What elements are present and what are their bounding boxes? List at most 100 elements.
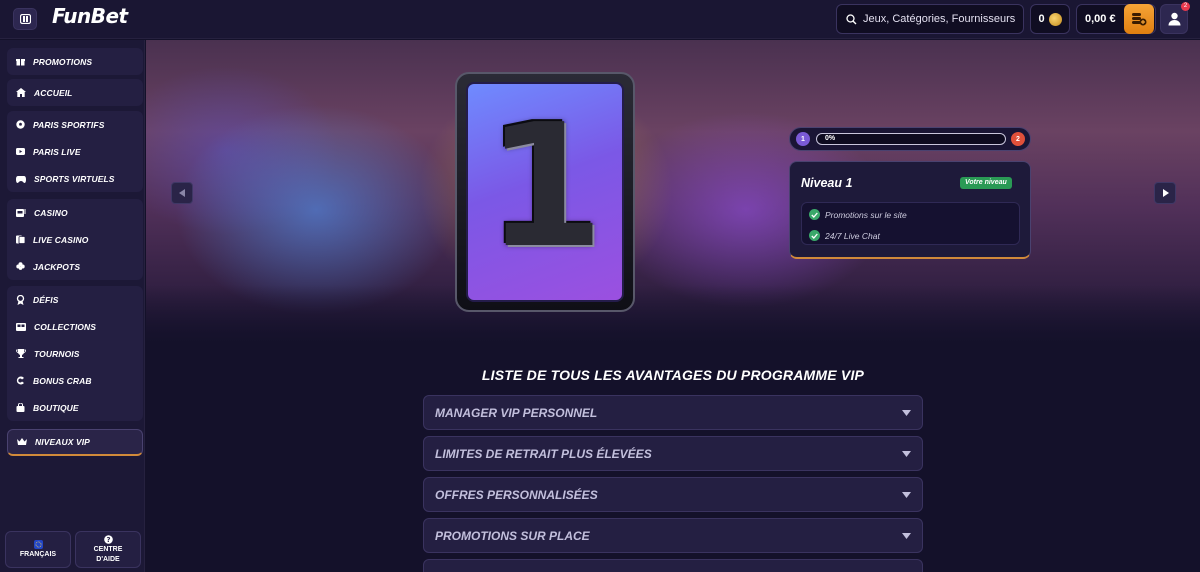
benefit-accordion-item-partial[interactable] (423, 559, 923, 572)
benefit-accordion-item[interactable]: OFFRES PERSONNALISÉES (423, 477, 923, 512)
deposit-button[interactable] (1124, 4, 1154, 34)
chevron-down-icon (902, 409, 911, 416)
gamepad-icon (16, 175, 26, 183)
sidebar-group-vip: NIVEAUX VIP (7, 429, 143, 456)
sidebar-item-label: COLLECTIONS (34, 321, 97, 332)
sidebar-item-boutique[interactable]: BOUTIQUE (7, 394, 143, 421)
coins-value: 0 (1038, 13, 1045, 25)
carousel-prev-button[interactable] (171, 182, 193, 204)
chevron-left-icon (178, 189, 185, 197)
vip-level-card-artwork: 1 (455, 72, 635, 312)
sidebar-item-label: JACKPOTS (33, 261, 81, 272)
perk-item: 24/7 Live Chat (809, 230, 880, 241)
vip-hero-banner: 1 1 0% 2 Niveau 1 Votre niveau Promotion… (146, 40, 1200, 345)
sidebar-item-label: NIVEAUX VIP (35, 437, 90, 447)
sidebar-item-promotions[interactable]: PROMOTIONS (7, 48, 143, 75)
notification-badge: 2 (1181, 2, 1190, 11)
slot-machine-icon (16, 209, 26, 217)
soccer-ball-icon (16, 120, 25, 129)
check-icon (809, 230, 820, 241)
profile-button[interactable]: 2 (1160, 2, 1190, 34)
sidebar-item-label: SPORTS VIRTUELS (34, 173, 115, 184)
benefit-accordion-item[interactable]: LIMITES DE RETRAIT PLUS ÉLEVÉES (423, 436, 923, 471)
sidebar-item-paris-live[interactable]: PARIS LIVE (7, 138, 143, 165)
gift-icon (16, 59, 25, 66)
search-icon (846, 13, 857, 24)
chevron-down-icon (902, 491, 911, 498)
sidebar-item-sports-virtuels[interactable]: SPORTS VIRTUELS (7, 165, 143, 192)
crab-icon (16, 376, 24, 385)
chevron-down-icon (902, 450, 911, 457)
sidebar-item-label: TOURNOIS (34, 348, 80, 359)
benefit-accordion-item[interactable]: PROMOTIONS SUR PLACE (423, 518, 923, 553)
sidebar-item-label: PROMOTIONS (33, 56, 93, 67)
progress-percent: 0% (825, 135, 836, 142)
carousel-next-button[interactable] (1154, 182, 1176, 204)
coin-icon (1048, 12, 1062, 26)
sidebar-item-jackpots[interactable]: JACKPOTS (7, 253, 143, 280)
help-center-button[interactable]: ? CENTRE D'AIDE (75, 531, 141, 568)
sidebar-item-defis[interactable]: DÉFIS (7, 286, 143, 313)
search-input[interactable]: Jeux, Catégories, Fournisseurs (836, 4, 1024, 34)
sidebar-item-label: BOUTIQUE (33, 402, 79, 413)
sidebar-toggle-icon (19, 14, 31, 24)
sidebar-item-label: BONUS CRAB (33, 375, 92, 386)
balance-value: 0,00 € (1085, 13, 1116, 25)
coins-stack-icon (1132, 13, 1147, 26)
clover-icon (16, 262, 25, 270)
sidebar-item-tournois[interactable]: TOURNOIS (7, 340, 143, 367)
check-icon (809, 209, 820, 220)
medal-icon (16, 294, 25, 305)
sidebar-item-label: LIVE CASINO (33, 234, 89, 245)
coins-balance[interactable]: 0 (1030, 4, 1070, 34)
progress-bar: 0% (816, 133, 1006, 145)
sidebar-item-collections[interactable]: COLLECTIONS (7, 313, 143, 340)
help-icon: ? (103, 535, 113, 544)
language-label: FRANÇAIS (19, 551, 57, 558)
benefit-label: LIMITES DE RETRAIT PLUS ÉLEVÉES (435, 446, 652, 461)
sidebar-item-paris-sportifs[interactable]: PARIS SPORTIFS (7, 111, 143, 138)
cards-icon (16, 235, 25, 244)
level-title: Niveau 1 (801, 176, 853, 190)
benefit-accordion-item[interactable]: MANAGER VIP PERSONNEL (423, 395, 923, 430)
sidebar-item-niveaux-vip[interactable]: NIVEAUX VIP (7, 429, 143, 456)
level-info-card: Niveau 1 Votre niveau Promotions sur le … (789, 161, 1031, 259)
eu-flag-icon (33, 540, 43, 549)
vip-card-number: 1 (485, 88, 605, 286)
sidebar: PROMOTIONS ACCUEIL PARIS SPORTIFS PARIS … (0, 40, 145, 572)
sidebar-item-label: PARIS SPORTIFS (33, 119, 105, 130)
search-placeholder: Jeux, Catégories, Fournisseurs (863, 13, 1016, 25)
funbet-logo[interactable]: FunBet (52, 4, 128, 28)
current-level-dot: 1 (796, 132, 810, 146)
sidebar-footer: FRANÇAIS ? CENTRE D'AIDE (5, 531, 141, 568)
sidebar-group-sports: PARIS SPORTIFS PARIS LIVE SPORTS VIRTUEL… (7, 111, 143, 192)
live-tv-icon (16, 148, 25, 155)
sidebar-item-label: CASINO (34, 207, 68, 218)
sidebar-item-label: DÉFIS (33, 294, 59, 305)
top-bar: FunBet Jeux, Catégories, Fournisseurs 0 … (0, 0, 1200, 39)
sidebar-group-promotions: PROMOTIONS (7, 48, 143, 75)
sidebar-item-casino[interactable]: CASINO (7, 199, 143, 226)
trophy-icon (16, 349, 26, 358)
benefit-label: PROMOTIONS SUR PLACE (435, 528, 590, 543)
current-level-badge: Votre niveau (960, 177, 1012, 189)
sidebar-group-casino: CASINO LIVE CASINO JACKPOTS (7, 199, 143, 280)
vip-card-face: 1 (466, 82, 624, 302)
sidebar-item-bonus-crab[interactable]: BONUS CRAB (7, 367, 143, 394)
perk-label: Promotions sur le site (825, 209, 907, 220)
svg-text:?: ? (106, 536, 110, 544)
benefit-label: MANAGER VIP PERSONNEL (435, 405, 598, 420)
language-button[interactable]: FRANÇAIS (5, 531, 71, 568)
sidebar-group-community: DÉFIS COLLECTIONS TOURNOIS BONUS CRAB BO… (7, 286, 143, 421)
hero-fade (146, 285, 1200, 345)
sidebar-item-accueil[interactable]: ACCUEIL (7, 79, 143, 106)
sidebar-toggle-button[interactable] (13, 8, 37, 30)
sidebar-item-live-casino[interactable]: LIVE CASINO (7, 226, 143, 253)
crown-icon (17, 438, 27, 445)
perk-item: Promotions sur le site (809, 209, 907, 220)
sidebar-group-home: ACCUEIL (7, 79, 143, 106)
home-icon (16, 88, 26, 97)
sidebar-item-label: ACCUEIL (34, 87, 73, 98)
benefits-title: LISTE DE TOUS LES AVANTAGES DU PROGRAMME… (481, 367, 865, 383)
level-perks-list: Promotions sur le site 24/7 Live Chat (801, 202, 1020, 245)
